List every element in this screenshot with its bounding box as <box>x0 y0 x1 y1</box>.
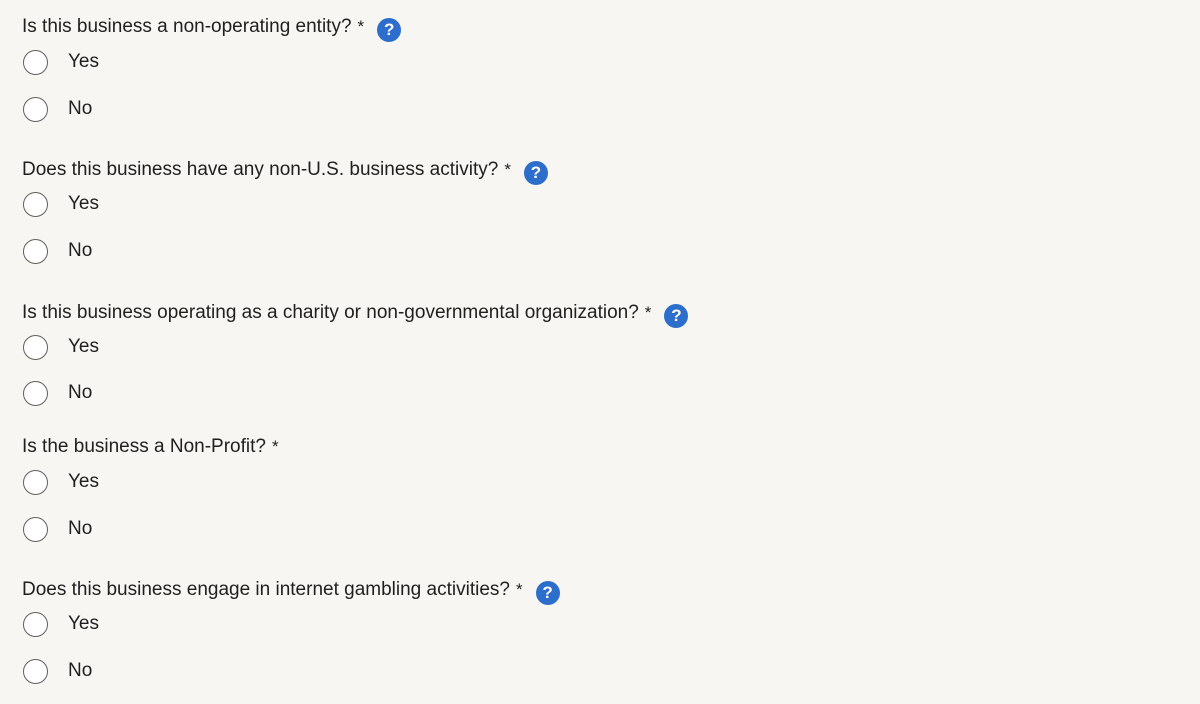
radio-option-no[interactable]: No <box>23 237 92 265</box>
question-label: Is the business a Non-Profit? * <box>22 434 279 460</box>
help-icon[interactable]: ? <box>377 18 402 42</box>
option-label: No <box>68 660 93 681</box>
radio-option-no[interactable]: No <box>23 515 92 543</box>
radio-button[interactable] <box>23 611 48 637</box>
radio-option-no[interactable]: No <box>23 379 92 407</box>
help-icon[interactable]: ? <box>535 581 560 605</box>
radio-button[interactable] <box>23 96 48 122</box>
option-label: No <box>68 382 93 403</box>
radio-option-yes[interactable]: Yes <box>23 333 99 361</box>
option-label: Yes <box>68 613 99 634</box>
radio-option-no[interactable]: No <box>23 657 92 685</box>
question-label: Is this business a non-operating entity?… <box>22 12 402 42</box>
option-label: Yes <box>68 336 99 357</box>
help-icon[interactable]: ? <box>523 161 548 185</box>
radio-option-yes[interactable]: Yes <box>23 190 99 218</box>
option-label: Yes <box>68 51 99 72</box>
question-label: Does this business have any non-U.S. bus… <box>22 155 548 185</box>
radio-option-yes[interactable]: Yes <box>23 48 99 76</box>
required-asterisk: * <box>504 160 511 179</box>
question-label: Is this business operating as a charity … <box>22 298 689 328</box>
radio-button[interactable] <box>23 380 48 406</box>
radio-button[interactable] <box>23 49 48 75</box>
radio-button[interactable] <box>23 238 48 264</box>
radio-button[interactable] <box>23 469 48 495</box>
option-label: No <box>68 98 93 119</box>
question-label: Does this business engage in internet ga… <box>22 575 560 605</box>
option-label: Yes <box>68 193 99 214</box>
help-icon[interactable]: ? <box>664 304 689 328</box>
required-asterisk: * <box>644 303 652 322</box>
option-label: Yes <box>68 471 99 492</box>
required-asterisk: * <box>271 437 279 456</box>
radio-button[interactable] <box>23 658 48 684</box>
option-label: No <box>68 518 93 539</box>
radio-option-no[interactable]: No <box>23 95 92 123</box>
required-asterisk: * <box>357 17 365 36</box>
radio-button[interactable] <box>23 516 48 542</box>
radio-option-yes[interactable]: Yes <box>23 610 99 638</box>
radio-option-yes[interactable]: Yes <box>23 468 99 496</box>
radio-button[interactable] <box>23 334 48 360</box>
option-label: No <box>68 240 93 261</box>
required-asterisk: * <box>515 580 523 599</box>
radio-button[interactable] <box>23 191 48 217</box>
